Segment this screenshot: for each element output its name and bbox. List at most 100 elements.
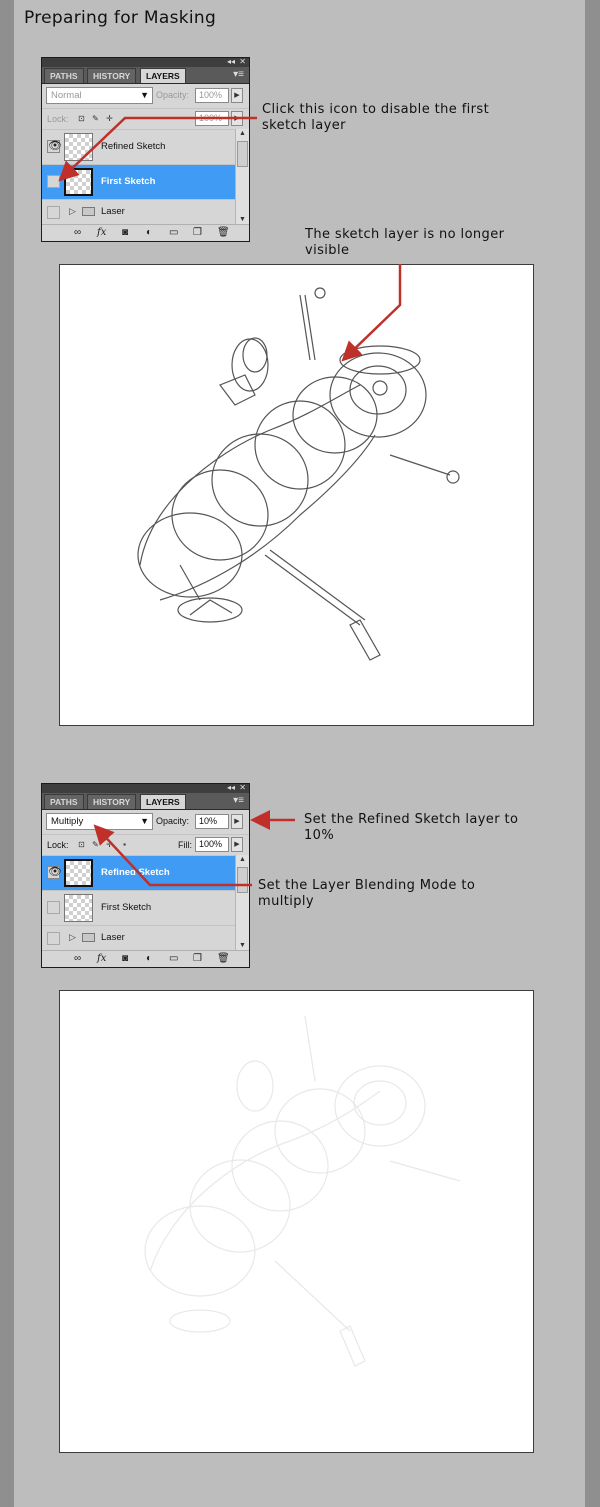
- fill-slider-button[interactable]: ▶: [231, 111, 243, 126]
- new-layer-icon[interactable]: ❐: [193, 953, 202, 964]
- annotation-no-longer-visible: The sketch layer is no longer visible: [305, 227, 505, 258]
- panel-tabs: PATHS HISTORY LAYERS ▾≡: [42, 67, 249, 84]
- layers-panel-1: ◂◂ ✕ PATHS HISTORY LAYERS ▾≡ Normal ▼ Op…: [41, 57, 250, 242]
- visibility-toggle[interactable]: [47, 206, 60, 219]
- layers-scrollbar[interactable]: ▲ ▼: [235, 129, 249, 224]
- panel-tabs: PATHS HISTORY LAYERS ▾≡: [42, 793, 249, 810]
- layer-row-first-sketch[interactable]: First Sketch: [42, 164, 249, 199]
- tab-history[interactable]: HISTORY: [87, 794, 137, 809]
- expand-triangle-icon[interactable]: ▷: [69, 206, 76, 217]
- adjustment-icon[interactable]: ◐: [146, 227, 152, 238]
- layer-row-refined-sketch[interactable]: 👁 Refined Sketch: [42, 129, 249, 164]
- lock-position-icon[interactable]: ✛: [105, 840, 114, 849]
- layer-row-first-sketch[interactable]: First Sketch: [42, 890, 249, 925]
- visibility-toggle[interactable]: 👁: [47, 140, 62, 153]
- blend-mode-select[interactable]: Multiply ▼: [46, 813, 153, 830]
- adjustment-icon[interactable]: ◐: [146, 953, 152, 964]
- lock-label: Lock:: [47, 114, 69, 124]
- visibility-toggle[interactable]: [47, 175, 60, 188]
- fill-input[interactable]: 100%: [195, 837, 229, 852]
- layer-name: First Sketch: [101, 176, 156, 187]
- visibility-toggle[interactable]: [47, 901, 60, 914]
- lock-label: Lock:: [47, 840, 69, 850]
- opacity-label: Opacity:: [156, 90, 190, 100]
- sketch-drawing: [137, 287, 460, 661]
- expand-triangle-icon[interactable]: ▷: [69, 932, 76, 943]
- close-icon[interactable]: ✕: [239, 57, 246, 66]
- close-icon[interactable]: ✕: [239, 783, 246, 792]
- scrollbar-thumb[interactable]: [237, 141, 248, 167]
- eye-icon: 👁: [48, 866, 62, 878]
- scrollbar-thumb[interactable]: [237, 867, 248, 893]
- scroll-up-icon[interactable]: ▲: [239, 130, 246, 137]
- lock-transparency-icon[interactable]: ⊡: [77, 840, 86, 849]
- panel-titlebar: ◂◂ ✕: [42, 783, 249, 793]
- tab-layers[interactable]: LAYERS: [140, 794, 186, 809]
- annotation-blend-mode: Set the Layer Blending Mode to multiply: [258, 878, 476, 909]
- mask-icon[interactable]: ◙: [122, 953, 128, 964]
- fill-label: Fill:: [178, 840, 192, 850]
- fill-slider-button[interactable]: ▶: [231, 837, 243, 852]
- mask-icon[interactable]: ◙: [122, 227, 128, 238]
- layers-scrollbar[interactable]: ▲ ▼: [235, 855, 249, 950]
- layer-options: Normal ▼ Opacity: 100% ▶ Lock: ⊡ ✎ ✛ ▪ 1…: [42, 84, 249, 129]
- folder-icon[interactable]: ▭: [169, 227, 178, 238]
- visibility-toggle[interactable]: 👁: [47, 866, 62, 879]
- blend-mode-select[interactable]: Normal ▼: [46, 87, 153, 104]
- lock-position-icon[interactable]: ✛: [105, 114, 114, 123]
- layer-row-laser-group[interactable]: ▷ Laser: [42, 925, 249, 950]
- layer-thumbnail: [64, 168, 93, 196]
- layer-thumbnail: [64, 133, 93, 161]
- fx-icon[interactable]: fx: [97, 953, 106, 964]
- panel-menu-icon[interactable]: ▾≡: [233, 69, 244, 80]
- opacity-input[interactable]: 100%: [195, 88, 229, 103]
- tab-paths[interactable]: PATHS: [44, 68, 84, 83]
- lock-pixels-icon[interactable]: ✎: [91, 840, 100, 849]
- layer-row-laser-group[interactable]: ▷ Laser: [42, 199, 249, 224]
- lock-all-icon[interactable]: ▪: [120, 114, 129, 123]
- tab-history[interactable]: HISTORY: [87, 68, 137, 83]
- canvas-sketch-faded: [59, 990, 534, 1453]
- trash-icon[interactable]: 🗑: [217, 953, 230, 964]
- annotation-click-icon: Click this icon to disable the first ske…: [262, 102, 490, 133]
- layer-options: Multiply ▼ Opacity: 10% ▶ Lock: ⊡ ✎ ✛ ▪ …: [42, 810, 249, 855]
- scroll-down-icon[interactable]: ▼: [239, 942, 246, 949]
- sketch-drawing-faint: [144, 1015, 461, 1367]
- scroll-down-icon[interactable]: ▼: [239, 216, 246, 223]
- collapse-icon[interactable]: ◂◂: [227, 783, 235, 792]
- layer-row-refined-sketch[interactable]: 👁 Refined Sketch: [42, 855, 249, 890]
- layer-name: Refined Sketch: [101, 867, 170, 878]
- tab-layers[interactable]: LAYERS: [140, 68, 186, 83]
- panel-menu-icon[interactable]: ▾≡: [233, 795, 244, 806]
- opacity-slider-button[interactable]: ▶: [231, 814, 243, 829]
- fill-input[interactable]: 100%: [195, 111, 229, 126]
- canvas-sketch-visible: [59, 264, 534, 726]
- trash-icon[interactable]: 🗑: [217, 227, 230, 238]
- layer-name: Laser: [101, 206, 125, 217]
- eye-icon: 👁: [48, 140, 62, 152]
- layer-name: Laser: [101, 932, 125, 943]
- fx-icon[interactable]: fx: [97, 227, 106, 238]
- lock-pixels-icon[interactable]: ✎: [91, 114, 100, 123]
- lock-transparency-icon[interactable]: ⊡: [77, 114, 86, 123]
- chevron-down-icon: ▼: [140, 90, 149, 100]
- page-title: Preparing for Masking: [24, 8, 217, 28]
- link-icon[interactable]: ∞: [74, 953, 81, 964]
- opacity-input[interactable]: 10%: [195, 814, 229, 829]
- lock-all-icon[interactable]: ▪: [120, 840, 129, 849]
- tab-paths[interactable]: PATHS: [44, 794, 84, 809]
- layer-thumbnail: [64, 894, 93, 922]
- opacity-slider-button[interactable]: ▶: [231, 88, 243, 103]
- folder-icon[interactable]: ▭: [169, 953, 178, 964]
- collapse-icon[interactable]: ◂◂: [227, 57, 235, 66]
- chevron-down-icon: ▼: [140, 816, 149, 826]
- new-layer-icon[interactable]: ❐: [193, 227, 202, 238]
- link-icon[interactable]: ∞: [74, 227, 81, 238]
- panel-footer: ∞ fx ◙ ◐ ▭ ❐ 🗑: [42, 950, 249, 967]
- layers-list: 👁 Refined Sketch First Sketch ▷ Laser ▲ …: [42, 129, 249, 224]
- layer-thumbnail: [64, 859, 93, 887]
- visibility-toggle[interactable]: [47, 932, 60, 945]
- blend-mode-value: Multiply: [51, 816, 84, 827]
- panel-footer: ∞ fx ◙ ◐ ▭ ❐ 🗑: [42, 224, 249, 241]
- scroll-up-icon[interactable]: ▲: [239, 856, 246, 863]
